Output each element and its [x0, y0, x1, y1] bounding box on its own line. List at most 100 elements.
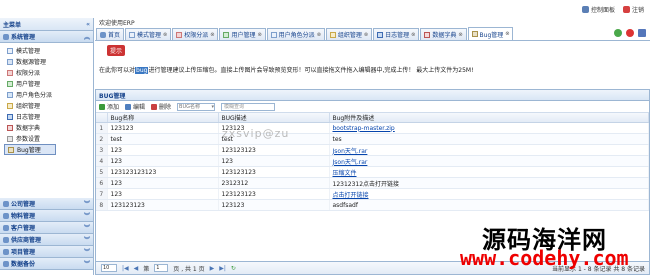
home-icon	[100, 31, 106, 38]
tab-logs[interactable]: 日志管理 ⊗	[373, 28, 420, 40]
sidebar-item-datasource[interactable]: 数据源管理	[4, 56, 93, 67]
notice-highlight: bug	[135, 67, 149, 74]
chevron-down-icon: ︾	[83, 225, 90, 232]
tab-controls	[614, 29, 646, 37]
sidebar-item-params[interactable]: 参数设置	[4, 133, 93, 144]
close-icon[interactable]: ⊗	[257, 32, 261, 38]
close-icon[interactable]: ⊗	[458, 32, 462, 38]
table-row[interactable]: 7 123 123123123 点击打开链接	[96, 188, 649, 200]
chevron-down-icon: ︾	[83, 213, 90, 220]
chevron-up-icon: ︽	[83, 34, 90, 41]
section-project[interactable]: 项目管理 ︾	[0, 246, 93, 258]
section-supplier[interactable]: 供应商管理 ︾	[0, 234, 93, 246]
control-panel-link[interactable]: 控制面板	[581, 5, 615, 14]
cell-name: test	[107, 133, 219, 145]
col-header-attachment[interactable]: Bug附件及描述	[329, 113, 649, 123]
first-page-icon[interactable]: |◀	[122, 265, 129, 272]
close-icon[interactable]: ⊗	[411, 32, 415, 38]
close-icon[interactable]: ⊗	[364, 32, 368, 38]
last-page-icon[interactable]: ▶|	[219, 265, 226, 272]
table-row[interactable]: 4 123 123 Json天气.rar	[96, 155, 649, 167]
tab-home[interactable]: 首页	[96, 28, 125, 40]
attachment-link[interactable]: bootstrap-master.zip	[333, 125, 395, 132]
chevron-down-icon: ︾	[83, 201, 90, 208]
chevron-down-icon: ︾	[83, 261, 90, 268]
tab-user-roles[interactable]: 用户角色分派 ⊗	[266, 28, 325, 40]
col-header-name[interactable]: Bug名称	[107, 113, 219, 123]
page-size-select[interactable]: 10	[101, 264, 117, 272]
tab-mode[interactable]: 模式管理 ⊗	[125, 28, 172, 40]
refresh-icon[interactable]	[614, 29, 622, 37]
tab-org[interactable]: 组织管理 ⊗	[325, 28, 373, 40]
cell-name: 123	[107, 155, 219, 167]
folder-icon	[3, 212, 9, 219]
edit-button[interactable]: 编辑	[125, 102, 145, 111]
control-panel-icon	[581, 6, 589, 13]
delete-button[interactable]: 删除	[151, 102, 171, 111]
page-input[interactable]: 1	[154, 264, 169, 272]
database-icon	[7, 58, 13, 65]
close-all-icon[interactable]	[626, 29, 634, 37]
bug-icon	[471, 31, 478, 37]
sidebar-item-mode[interactable]: 模式管理	[4, 45, 93, 56]
table-row[interactable]: 6 123 2312312 12312312点击打开链接	[96, 177, 649, 189]
refresh-icon[interactable]: ↻	[231, 265, 236, 272]
toolbar: 添加 编辑 删除 BUG名称 ▾ 模糊查询	[96, 101, 649, 113]
sidebar-item-user-roles[interactable]: 用户角色分派	[4, 89, 93, 100]
row-number: 8	[96, 199, 108, 211]
add-button[interactable]: 添加	[99, 102, 119, 111]
table-row[interactable]: 3 123 123123123 Json天气.rar	[96, 144, 649, 156]
search-field-select[interactable]: BUG名称 ▾	[177, 102, 216, 111]
sidebar-item-users[interactable]: 用户管理	[4, 78, 93, 89]
prev-page-icon[interactable]: ◀	[134, 265, 139, 272]
table-row[interactable]: 8 123123123 123123 asdfsadf	[96, 199, 649, 211]
section-material[interactable]: 物料管理 ︾	[0, 210, 93, 222]
cell-desc: 2312312	[218, 177, 330, 189]
cell-attachment: bootstrap-master.zip	[329, 122, 649, 134]
sidebar-item-permissions[interactable]: 权限分派	[4, 67, 93, 78]
tab-permissions[interactable]: 权限分派 ⊗	[172, 28, 219, 40]
sidebar-item-org[interactable]: 组织管理	[4, 100, 93, 111]
close-icon[interactable]: ⊗	[505, 31, 509, 37]
collapse-icon[interactable]: «	[86, 21, 90, 28]
sidebar-header: 主菜单 «	[0, 18, 93, 31]
permission-icon	[176, 31, 183, 38]
fullscreen-icon[interactable]	[638, 29, 646, 37]
section-company[interactable]: 公司管理 ︾	[0, 198, 93, 210]
log-icon	[377, 31, 384, 38]
attachment-link[interactable]: Json天气.rar	[333, 159, 368, 166]
section-customer[interactable]: 客户管理 ︾	[0, 222, 93, 234]
cell-attachment: Json天气.rar	[329, 155, 649, 167]
sidebar-item-logs[interactable]: 日志管理	[4, 111, 93, 122]
table-row[interactable]: 5 123123123123 123123123 压缩文件	[96, 166, 649, 178]
tab-users[interactable]: 用户管理 ⊗	[219, 28, 266, 40]
table-row[interactable]: 2 test test tes	[96, 133, 649, 145]
page-total: 页 , 共 1 页	[173, 265, 205, 273]
close-icon[interactable]: ⊗	[317, 32, 321, 38]
menu-list: 模式管理 数据源管理 权限分派 用户管理 用户角色分派 组织管理 日志管理 数据…	[0, 43, 93, 198]
tab-dictionary[interactable]: 数据字典 ⊗	[420, 28, 467, 40]
section-backup[interactable]: 数据备份 ︾	[0, 258, 93, 270]
attachment-link[interactable]: 点击打开链接	[333, 192, 369, 199]
col-header-desc[interactable]: BUG描述	[218, 113, 330, 123]
attachment-link[interactable]: 压缩文件	[333, 170, 357, 177]
cell-name: 123	[107, 144, 219, 156]
close-icon[interactable]: ⊗	[163, 32, 167, 38]
cell-desc: 123123123	[218, 144, 330, 156]
logout-link[interactable]: 注销	[622, 5, 644, 14]
sidebar-item-dictionary[interactable]: 数据字典	[4, 122, 93, 133]
cell-attachment: asdfsadf	[329, 199, 649, 211]
search-input[interactable]: 模糊查询	[221, 102, 276, 111]
log-icon	[7, 113, 13, 120]
row-number: 4	[96, 155, 108, 167]
page-label: 第	[143, 265, 150, 273]
close-icon[interactable]: ⊗	[210, 32, 214, 38]
cell-attachment: 12312312点击打开链接	[329, 177, 649, 189]
next-page-icon[interactable]: ▶	[210, 265, 215, 272]
attachment-link[interactable]: Json天气.rar	[333, 148, 368, 155]
tab-bug[interactable]: Bug管理 ⊗	[467, 27, 514, 40]
sidebar-item-bug[interactable]: Bug管理	[4, 144, 56, 155]
table-row[interactable]: 1 123123 123123 bootstrap-master.zip	[96, 122, 649, 134]
section-system[interactable]: 系统管理 ︽	[0, 31, 93, 43]
cell-name: 123123	[107, 122, 219, 134]
